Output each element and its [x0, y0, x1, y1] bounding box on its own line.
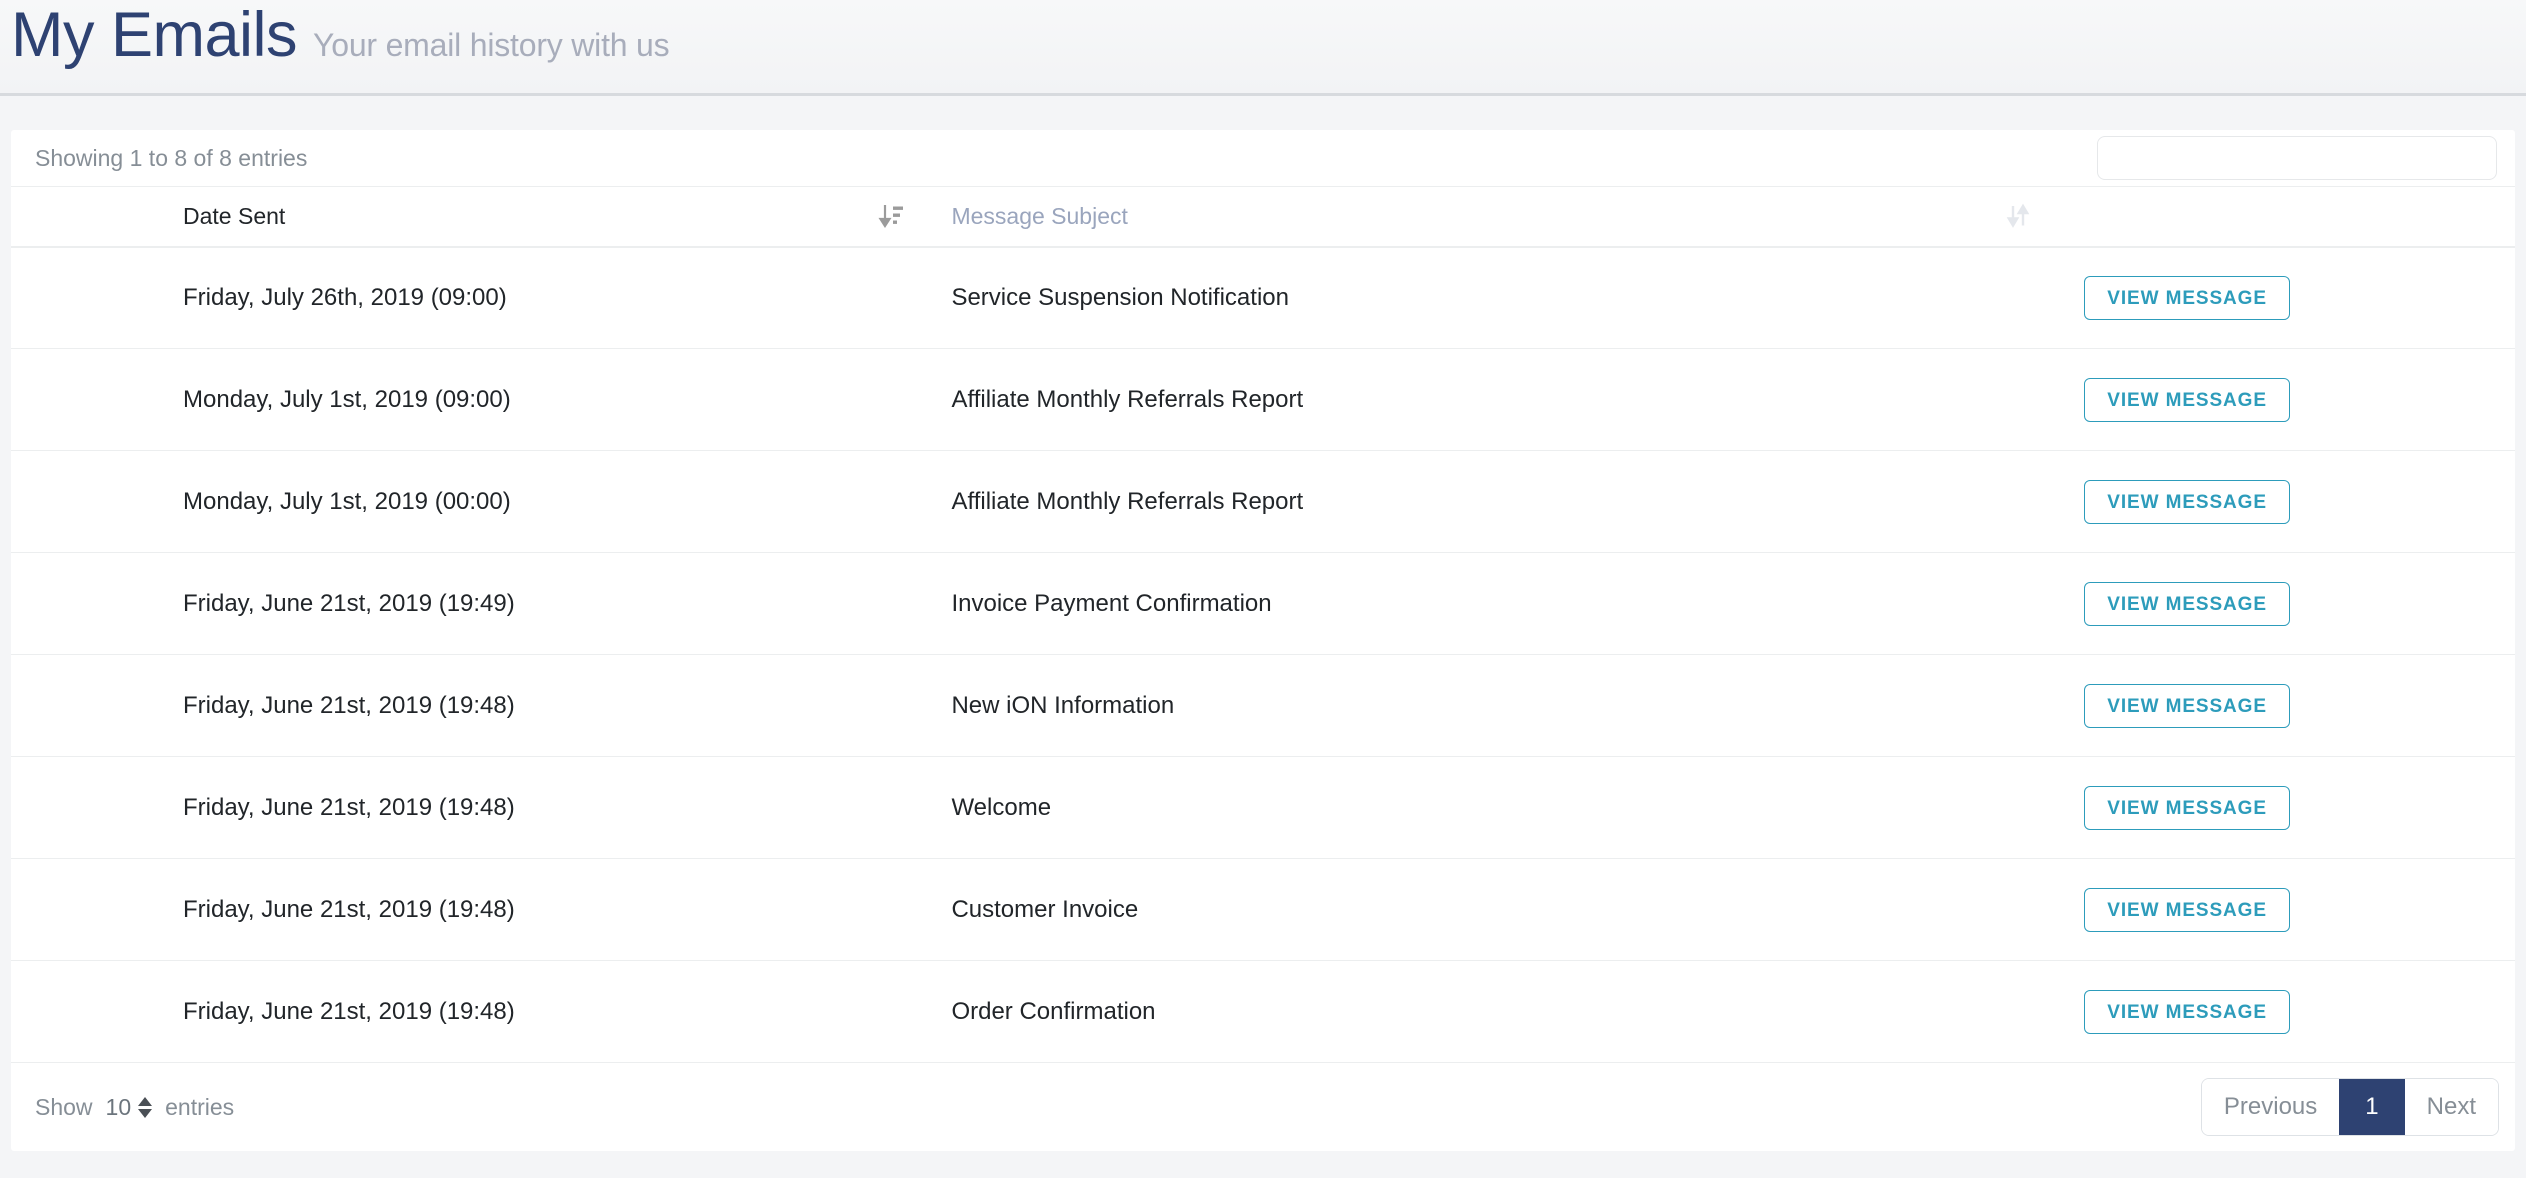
cell-date-sent: Monday, July 1st, 2019 (00:00): [11, 451, 927, 553]
table-body: Friday, July 26th, 2019 (09:00)Service S…: [11, 247, 2515, 1063]
column-header-message-subject-label: Message Subject: [927, 203, 1127, 230]
view-message-button[interactable]: VIEW MESSAGE: [2084, 888, 2290, 932]
column-header-date-sent[interactable]: Date Sent: [11, 187, 927, 247]
table-header-row: Date Sent: [11, 187, 2515, 247]
cell-date-sent: Friday, June 21st, 2019 (19:48): [11, 655, 927, 757]
cell-date-sent: Friday, July 26th, 2019 (09:00): [11, 247, 927, 349]
table-row: Monday, July 1st, 2019 (00:00)Affiliate …: [11, 451, 2515, 553]
page-length-value: 10: [106, 1094, 132, 1121]
sort-amount-down-icon: [877, 201, 905, 231]
cell-message-subject: Service Suspension Notification: [927, 247, 2054, 349]
pagination-previous[interactable]: Previous: [2202, 1079, 2339, 1134]
stepper-icon: [138, 1097, 152, 1118]
view-message-button[interactable]: VIEW MESSAGE: [2084, 684, 2290, 728]
cell-date-sent: Friday, June 21st, 2019 (19:48): [11, 757, 927, 859]
cell-action: VIEW MESSAGE: [2054, 757, 2515, 859]
datatable-footer: Show 10 entries Previous 1 Next: [11, 1063, 2515, 1151]
page-length-select[interactable]: 10: [106, 1094, 153, 1121]
table-row: Friday, June 21st, 2019 (19:49)Invoice P…: [11, 553, 2515, 655]
page-length-suffix: entries: [165, 1094, 234, 1121]
cell-message-subject: Order Confirmation: [927, 961, 2054, 1063]
datatable-info: Showing 1 to 8 of 8 entries: [35, 145, 307, 172]
cell-action: VIEW MESSAGE: [2054, 961, 2515, 1063]
view-message-button[interactable]: VIEW MESSAGE: [2084, 480, 2290, 524]
view-message-button[interactable]: VIEW MESSAGE: [2084, 582, 2290, 626]
cell-action: VIEW MESSAGE: [2054, 247, 2515, 349]
cell-message-subject: Welcome: [927, 757, 2054, 859]
cell-action: VIEW MESSAGE: [2054, 349, 2515, 451]
cell-action: VIEW MESSAGE: [2054, 553, 2515, 655]
page-title: My Emails: [11, 2, 297, 68]
table-row: Friday, June 21st, 2019 (19:48)Welcome VI…: [11, 757, 2515, 859]
cell-message-subject: Affiliate Monthly Referrals Report: [927, 349, 2054, 451]
table-row: Monday, July 1st, 2019 (09:00)Affiliate …: [11, 349, 2515, 451]
datatable-toolbar: Showing 1 to 8 of 8 entries: [11, 130, 2515, 186]
table-row: Friday, June 21st, 2019 (19:48)Order Con…: [11, 961, 2515, 1063]
cell-message-subject: New iON Information: [927, 655, 2054, 757]
cell-action: VIEW MESSAGE: [2054, 859, 2515, 961]
search-input[interactable]: [2097, 136, 2497, 180]
view-message-button[interactable]: VIEW MESSAGE: [2084, 990, 2290, 1034]
cell-action: VIEW MESSAGE: [2054, 655, 2515, 757]
title-row: My Emails Your email history with us: [11, 0, 669, 68]
cell-date-sent: Friday, June 21st, 2019 (19:48): [11, 961, 927, 1063]
column-header-actions: [2054, 187, 2515, 247]
table-row: Friday, July 26th, 2019 (09:00)Service S…: [11, 247, 2515, 349]
cell-date-sent: Friday, June 21st, 2019 (19:49): [11, 553, 927, 655]
sort-icon: [2004, 201, 2032, 231]
cell-date-sent: Monday, July 1st, 2019 (09:00): [11, 349, 927, 451]
cell-date-sent: Friday, June 21st, 2019 (19:48): [11, 859, 927, 961]
view-message-button[interactable]: VIEW MESSAGE: [2084, 276, 2290, 320]
page-subtitle: Your email history with us: [313, 27, 669, 64]
pagination-next[interactable]: Next: [2405, 1079, 2498, 1134]
pagination-page-1[interactable]: 1: [2339, 1079, 2404, 1134]
my-emails-page: My Emails Your email history with us Sho…: [0, 0, 2526, 1178]
table-row: Friday, June 21st, 2019 (19:48)New iON I…: [11, 655, 2515, 757]
cell-message-subject: Customer Invoice: [927, 859, 2054, 961]
view-message-button[interactable]: VIEW MESSAGE: [2084, 378, 2290, 422]
column-header-date-sent-label: Date Sent: [11, 203, 285, 230]
page-header: My Emails Your email history with us: [0, 0, 2526, 96]
table-head: Date Sent: [11, 187, 2515, 247]
cell-message-subject: Invoice Payment Confirmation: [927, 553, 2054, 655]
cell-message-subject: Affiliate Monthly Referrals Report: [927, 451, 2054, 553]
pagination: Previous 1 Next: [2201, 1078, 2499, 1135]
view-message-button[interactable]: VIEW MESSAGE: [2084, 786, 2290, 830]
column-header-message-subject[interactable]: Message Subject: [927, 187, 2054, 247]
page-length-prefix: Show: [35, 1094, 93, 1121]
emails-card: Showing 1 to 8 of 8 entries Date Sent: [11, 130, 2515, 1151]
emails-table: Date Sent: [11, 186, 2515, 1063]
page-length-control: Show 10 entries: [35, 1094, 234, 1121]
table-row: Friday, June 21st, 2019 (19:48)Customer …: [11, 859, 2515, 961]
cell-action: VIEW MESSAGE: [2054, 451, 2515, 553]
